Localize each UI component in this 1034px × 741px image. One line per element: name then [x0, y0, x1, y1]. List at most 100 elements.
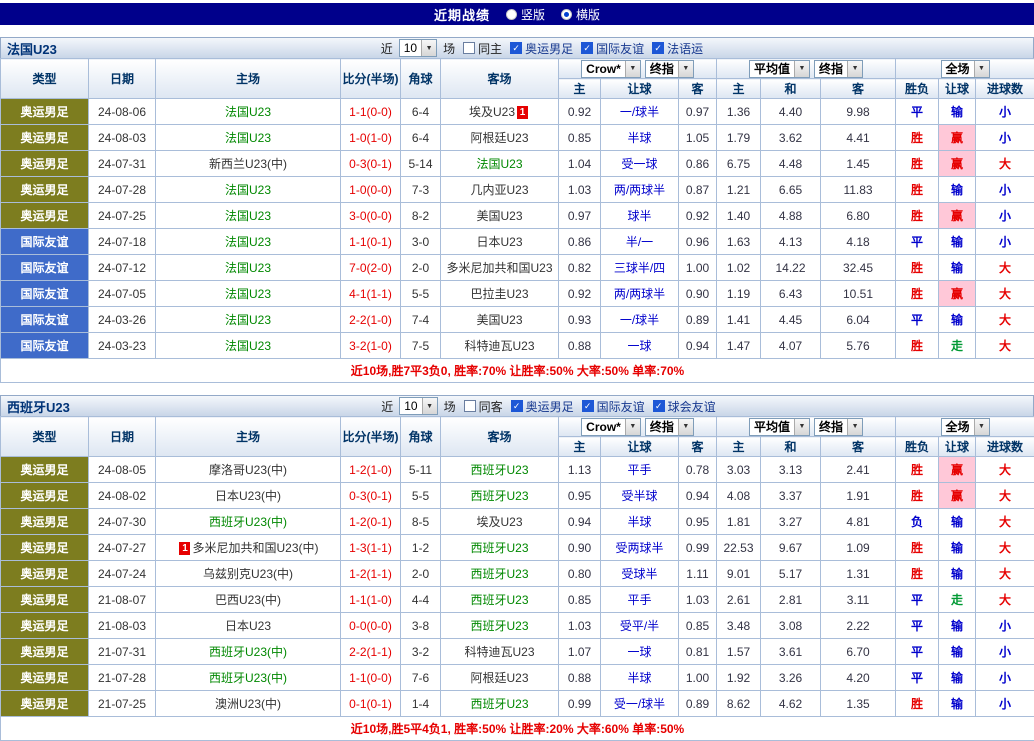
- odds-group-header: 全场▼: [896, 417, 1034, 437]
- odds-cell: 1.36: [717, 99, 761, 125]
- handicap-cell: 三球半/四: [601, 255, 679, 281]
- checkbox-checked-icon[interactable]: ✓: [582, 400, 594, 412]
- scope-select-value: 全场: [942, 60, 974, 77]
- column-header: 客场: [441, 417, 559, 457]
- match-count-select[interactable]: 10▼: [399, 39, 437, 57]
- column-header: 比分(半场): [341, 417, 401, 457]
- match-row: 奥运男足21-07-31西班牙U23(中)2-2(1-1)3-2科特迪瓦U231…: [1, 639, 1034, 665]
- checkbox-checked-icon[interactable]: ✓: [652, 42, 664, 54]
- result-cell: 平: [896, 613, 939, 639]
- odds-cell: 0.86: [559, 229, 601, 255]
- column-header: 客: [821, 79, 896, 99]
- chevron-down-icon: ▼: [678, 61, 693, 77]
- result-cell: 小: [976, 125, 1034, 151]
- odds-cell: 1.00: [679, 665, 717, 691]
- odds-cell: 1.03: [679, 587, 717, 613]
- score-cell: 0-0(0-0): [341, 613, 401, 639]
- layout-horizontal-radio[interactable]: 横版: [561, 6, 600, 23]
- odds-cell: 11.83: [821, 177, 896, 203]
- scope-select[interactable]: 全场▼: [941, 60, 990, 78]
- team-name-text: 埃及U23: [476, 515, 522, 529]
- final-odds-select[interactable]: 终指▼: [814, 418, 863, 436]
- same-side-checkbox[interactable]: 同客: [464, 398, 503, 415]
- odds-cell: 0.99: [679, 535, 717, 561]
- layout-vertical-radio[interactable]: 竖版: [506, 6, 545, 23]
- match-type-cell: 奥运男足: [1, 639, 89, 665]
- result-cell: 输: [939, 535, 976, 561]
- average-select[interactable]: 平均值▼: [749, 60, 810, 78]
- odds-cell: 0.94: [679, 483, 717, 509]
- final-odds-select-value: 终指: [646, 60, 678, 77]
- bookmaker-select[interactable]: Crow*▼: [581, 60, 641, 78]
- competition-checkbox[interactable]: ✓国际友谊: [582, 398, 645, 415]
- result-cell: 输: [939, 307, 976, 333]
- handicap-cell: 平手: [601, 457, 679, 483]
- odds-group-header: 平均值▼终指▼: [717, 417, 896, 437]
- radio-selected-icon[interactable]: [561, 9, 572, 20]
- final-odds-select[interactable]: 终指▼: [814, 60, 863, 78]
- score-cell: 1-2(0-1): [341, 509, 401, 535]
- final-odds-select[interactable]: 终指▼: [645, 60, 694, 78]
- same-side-checkbox[interactable]: 同主: [463, 40, 502, 57]
- odds-cell: 3.03: [717, 457, 761, 483]
- corners-cell: 7-6: [401, 665, 441, 691]
- date-cell: 24-07-31: [89, 151, 156, 177]
- handicap-cell: 一球: [601, 333, 679, 359]
- checkbox-checked-icon[interactable]: ✓: [581, 42, 593, 54]
- match-row: 奥运男足24-08-02日本U23(中)0-3(0-1)5-5西班牙U230.9…: [1, 483, 1034, 509]
- team-name-text: 日本U23: [476, 235, 522, 249]
- scope-select[interactable]: 全场▼: [941, 418, 990, 436]
- odds-cell: 1.79: [717, 125, 761, 151]
- result-cell: 走: [939, 333, 976, 359]
- result-cell: 平: [896, 307, 939, 333]
- competition-checkbox[interactable]: ✓法语运: [652, 40, 703, 57]
- handicap-cell: 受一球: [601, 151, 679, 177]
- radio-unselected-icon[interactable]: [506, 9, 517, 20]
- result-cell: 平: [896, 229, 939, 255]
- team-name-text: 西班牙U23(中): [209, 645, 287, 659]
- corners-cell: 1-2: [401, 535, 441, 561]
- competition-checkbox[interactable]: ✓球会友谊: [653, 398, 716, 415]
- score-cell: 0-3(0-1): [341, 483, 401, 509]
- odds-cell: 4.20: [821, 665, 896, 691]
- team-name-text: 新西兰U23(中): [209, 157, 287, 171]
- final-odds-select-value: 终指: [646, 418, 678, 435]
- competition-checkbox[interactable]: ✓国际友谊: [581, 40, 644, 57]
- result-cell: 输: [939, 229, 976, 255]
- team-name-text: 西班牙U23: [470, 593, 528, 607]
- score-cell: 7-0(2-0): [341, 255, 401, 281]
- checkbox-unchecked-icon[interactable]: [464, 400, 476, 412]
- date-cell: 24-07-12: [89, 255, 156, 281]
- match-type-cell: 国际友谊: [1, 229, 89, 255]
- home-team-cell: 法国U23: [156, 307, 341, 333]
- team-name-text: 西班牙U23: [470, 567, 528, 581]
- corners-cell: 3-8: [401, 613, 441, 639]
- odds-cell: 0.95: [679, 509, 717, 535]
- checkbox-checked-icon[interactable]: ✓: [510, 42, 522, 54]
- home-team-cell: 西班牙U23(中): [156, 509, 341, 535]
- competition-checkbox[interactable]: ✓奥运男足: [511, 398, 574, 415]
- odds-cell: 0.99: [559, 691, 601, 717]
- column-header: 客场: [441, 59, 559, 99]
- column-header: 主场: [156, 59, 341, 99]
- match-type-cell: 奥运男足: [1, 509, 89, 535]
- bookmaker-select[interactable]: Crow*▼: [581, 418, 641, 436]
- match-row: 国际友谊24-07-12法国U237-0(2-0)2-0多米尼加共和国U230.…: [1, 255, 1034, 281]
- competition-checkbox[interactable]: ✓奥运男足: [510, 40, 573, 57]
- checkbox-checked-icon[interactable]: ✓: [653, 400, 665, 412]
- checkbox-checked-icon[interactable]: ✓: [511, 400, 523, 412]
- away-team-cell: 西班牙U23: [441, 483, 559, 509]
- result-cell: 走: [939, 587, 976, 613]
- matches-table: 类型日期主场比分(半场)角球客场Crow*▼终指▼平均值▼终指▼全场▼主让球客主…: [0, 416, 1034, 741]
- odds-cell: 1.35: [821, 691, 896, 717]
- match-count-select[interactable]: 10▼: [399, 397, 437, 415]
- odds-cell: 4.41: [821, 125, 896, 151]
- result-cell: 输: [939, 177, 976, 203]
- average-select[interactable]: 平均值▼: [749, 418, 810, 436]
- checkbox-unchecked-icon[interactable]: [463, 42, 475, 54]
- match-type-cell: 奥运男足: [1, 203, 89, 229]
- final-odds-select[interactable]: 终指▼: [645, 418, 694, 436]
- team-name-text: 法国U23: [225, 183, 271, 197]
- column-header: 让球: [601, 79, 679, 99]
- chevron-down-icon: ▼: [422, 398, 437, 414]
